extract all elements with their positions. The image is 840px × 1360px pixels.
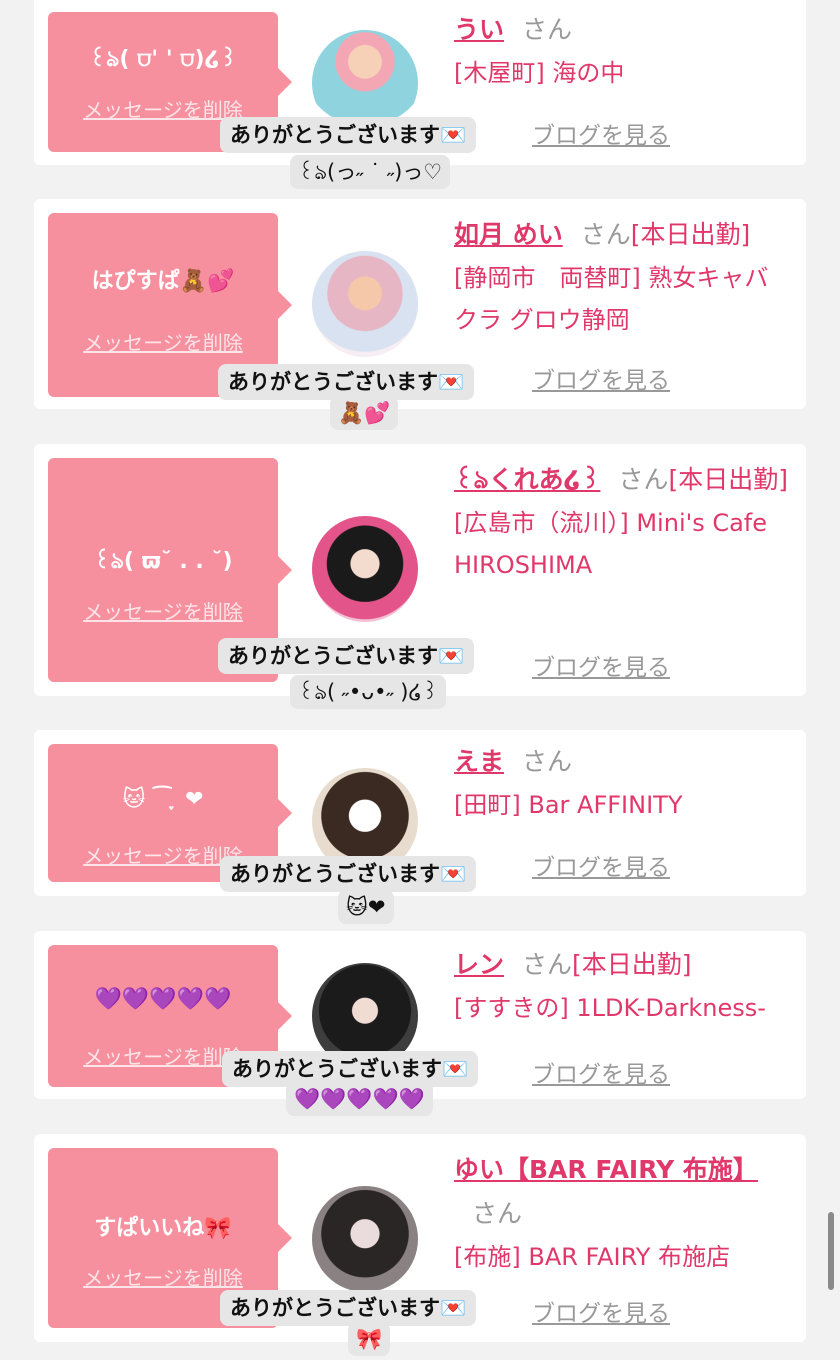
reply-text: 🧸💕 [330,396,399,430]
view-blog-link[interactable]: ブログを見る [532,116,670,150]
reply-text: 🎀 [348,1322,391,1356]
view-blog-link[interactable]: ブログを見る [532,361,670,395]
reply-text: ꒰ঌ( ˶•ᴗ•˶ )໒꒱ [290,675,447,709]
shop-link[interactable]: [木屋町] 海の中 [454,52,792,94]
cast-name-link[interactable]: うい [454,15,504,44]
shop-link[interactable]: [静岡市 両替町] 熟女キャバクラ グロウ静岡 [454,257,792,341]
thanks-label: ありがとうございます💌 [220,856,477,892]
avatar[interactable] [312,1186,418,1292]
honorific: さん [522,15,573,44]
thanks-label: ありがとうございます💌 [220,1290,477,1326]
reply-text: 💜💜💜💜💜 [286,1082,433,1116]
status-label: [本日出勤] [572,950,692,979]
delete-message-link[interactable]: メッセージを削除 [48,596,278,625]
shop-link[interactable]: [布施] BAR FAIRY 布施店 [454,1236,754,1278]
message-text: すぱいいね🎀 [94,1216,232,1241]
cast-info: 如月 めい さん[本日出勤] [静岡市 両替町] 熟女キャバクラ グロウ静岡 [454,213,792,341]
scrollbar[interactable] [828,1212,834,1290]
delete-message-link[interactable]: メッセージを削除 [48,1262,278,1291]
avatar[interactable] [312,251,418,357]
cast-name-link[interactable]: ꒰ঌくれあ໒꒱ [454,465,600,494]
avatar[interactable] [312,516,418,622]
delete-message-link[interactable]: メッセージを削除 [48,327,278,356]
thanks-label: ありがとうございます💌 [220,117,477,153]
message-text: ꒰ঌ( ϖ˘ . . ˘) [93,549,233,574]
cast-name-link[interactable]: えま [454,747,504,776]
cast-name-link[interactable]: ゆい【BAR FAIRY 布施】 [454,1155,758,1184]
reply-text: ꒰ঌ(っ˶ ˙ ˶)っ♡ [290,155,451,189]
message-text: はぴすぱ🧸💕 [91,269,235,294]
shop-link[interactable]: [すすきの] 1LDK-Darkness- [454,987,792,1029]
view-blog-link[interactable]: ブログを見る [532,1294,670,1328]
status-label: [本日出勤] [630,220,751,249]
shop-link[interactable]: [広島市（流川）] Mini's Cafe HIROSHIMA [454,502,792,586]
honorific: さん [522,950,573,979]
honorific: さん [522,747,573,776]
cast-info: レン さん[本日出勤] [すすきの] 1LDK-Darkness- [454,943,792,1029]
cast-info: ゆい【BAR FAIRY 布施】さん [布施] BAR FAIRY 布施店 [454,1148,758,1278]
view-blog-link[interactable]: ブログを見る [532,1055,670,1089]
thanks-label: ありがとうございます💌 [218,638,475,674]
cast-info: ꒰ঌくれあ໒꒱ さん[本日出勤] [広島市（流川）] Mini's Cafe HI… [454,458,792,586]
status-label: [本日出勤] [668,465,788,494]
message-text: 💜💜💜💜💜 [94,987,232,1012]
honorific: さん [580,220,631,249]
view-blog-link[interactable]: ブログを見る [532,848,670,882]
shop-link[interactable]: [田町] Bar AFFINITY [454,784,792,826]
cast-info: えま さん [田町] Bar AFFINITY [454,740,792,826]
message-text: ꒰ঌ( ⩌' ' ⩌)໒꒱ [88,47,238,72]
reply-text: 🐱︎❤︎ [338,890,394,924]
view-blog-link[interactable]: ブログを見る [532,648,670,682]
cast-name-link[interactable]: レン [454,950,504,979]
honorific: さん [618,465,669,494]
cast-name-link[interactable]: 如月 めい [454,220,563,249]
cast-info: うい さん [木屋町] 海の中 [454,8,792,94]
message-text: 🐱︎ ⁀ ֶָ֢ ❤︎ [122,787,204,812]
thanks-label: ありがとうございます💌 [218,364,475,400]
honorific: さん [472,1199,523,1228]
